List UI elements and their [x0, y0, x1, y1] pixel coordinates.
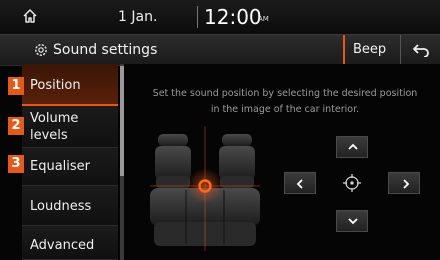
chevron-up-icon	[348, 143, 358, 150]
move-right-button[interactable]	[388, 172, 420, 194]
sidebar-item-label: Volume levels	[30, 111, 79, 143]
date-text: 1 Jan.	[118, 9, 158, 25]
sidebar-item-loudness[interactable]: Loudness	[22, 186, 118, 226]
page-title: Sound settings	[53, 42, 158, 58]
beep-label: Beep	[353, 42, 387, 57]
home-button[interactable]	[0, 0, 60, 34]
back-button[interactable]	[400, 35, 440, 65]
sidebar-item-label: Loudness	[30, 199, 92, 214]
instruction-text: Set the sound position by selecting the …	[152, 88, 418, 115]
sidebar-item-label: Advanced	[30, 238, 95, 253]
chevron-down-icon	[348, 218, 358, 225]
beep-button[interactable]: Beep	[343, 35, 399, 65]
chevron-left-icon	[296, 179, 303, 189]
move-left-button[interactable]	[284, 172, 316, 194]
back-icon	[413, 44, 429, 57]
center-position-button[interactable]	[336, 172, 368, 194]
sidebar-item-volume-levels[interactable]: Volume levels	[22, 106, 118, 148]
gear-icon	[35, 44, 47, 56]
callout-badge-2: 2	[8, 117, 24, 135]
clock-time: 12:00	[204, 5, 262, 29]
move-up-button[interactable]	[336, 136, 368, 158]
sidebar-item-equaliser[interactable]: Equaliser	[22, 148, 118, 186]
status-bar: 1 Jan. 12:00 AM	[0, 0, 440, 34]
crosshair-icon	[343, 174, 361, 192]
sidebar-item-label: Equaliser	[30, 159, 91, 174]
home-icon	[23, 9, 37, 23]
sidebar-item-advanced[interactable]: Advanced	[22, 226, 118, 260]
callout-badge-1: 1	[8, 77, 24, 95]
car-seats-image[interactable]	[150, 126, 260, 251]
sidebar-item-position[interactable]: Position	[22, 64, 118, 106]
callout-badge-3: 3	[8, 155, 24, 173]
clock-ampm: AM	[258, 15, 269, 23]
sidebar-item-label: Position	[30, 78, 81, 93]
divider	[197, 6, 198, 28]
title-bar: Sound settings Beep	[0, 34, 440, 66]
chevron-right-icon	[403, 179, 410, 189]
move-down-button[interactable]	[336, 210, 368, 232]
